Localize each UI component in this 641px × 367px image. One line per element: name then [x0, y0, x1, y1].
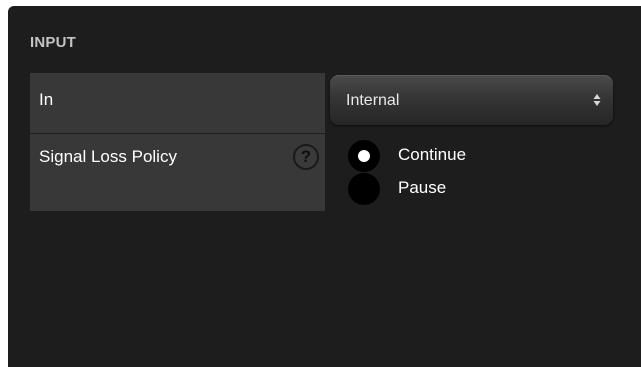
section-title: INPUT: [30, 34, 76, 51]
in-label-cell: In: [30, 73, 325, 133]
input-source-value: Internal: [346, 92, 400, 109]
radio-unchecked-icon[interactable]: [348, 173, 380, 205]
radio-label-continue: Continue: [398, 145, 467, 164]
signal-loss-policy-label-cell: Signal Loss Policy ?: [30, 134, 325, 211]
question-circle-icon[interactable]: ?: [293, 144, 319, 170]
input-panel: INPUT In Internal Signal Loss Policy ? C…: [8, 6, 641, 367]
radio-label-pause: Pause: [398, 178, 447, 197]
up-down-arrows-icon: [593, 94, 601, 106]
signal-loss-policy-label: Signal Loss Policy: [39, 147, 177, 166]
radio-selected-dot: [358, 150, 370, 162]
in-label: In: [39, 90, 54, 109]
input-source-select[interactable]: Internal: [330, 75, 613, 125]
radio-checked-icon[interactable]: [348, 140, 380, 172]
